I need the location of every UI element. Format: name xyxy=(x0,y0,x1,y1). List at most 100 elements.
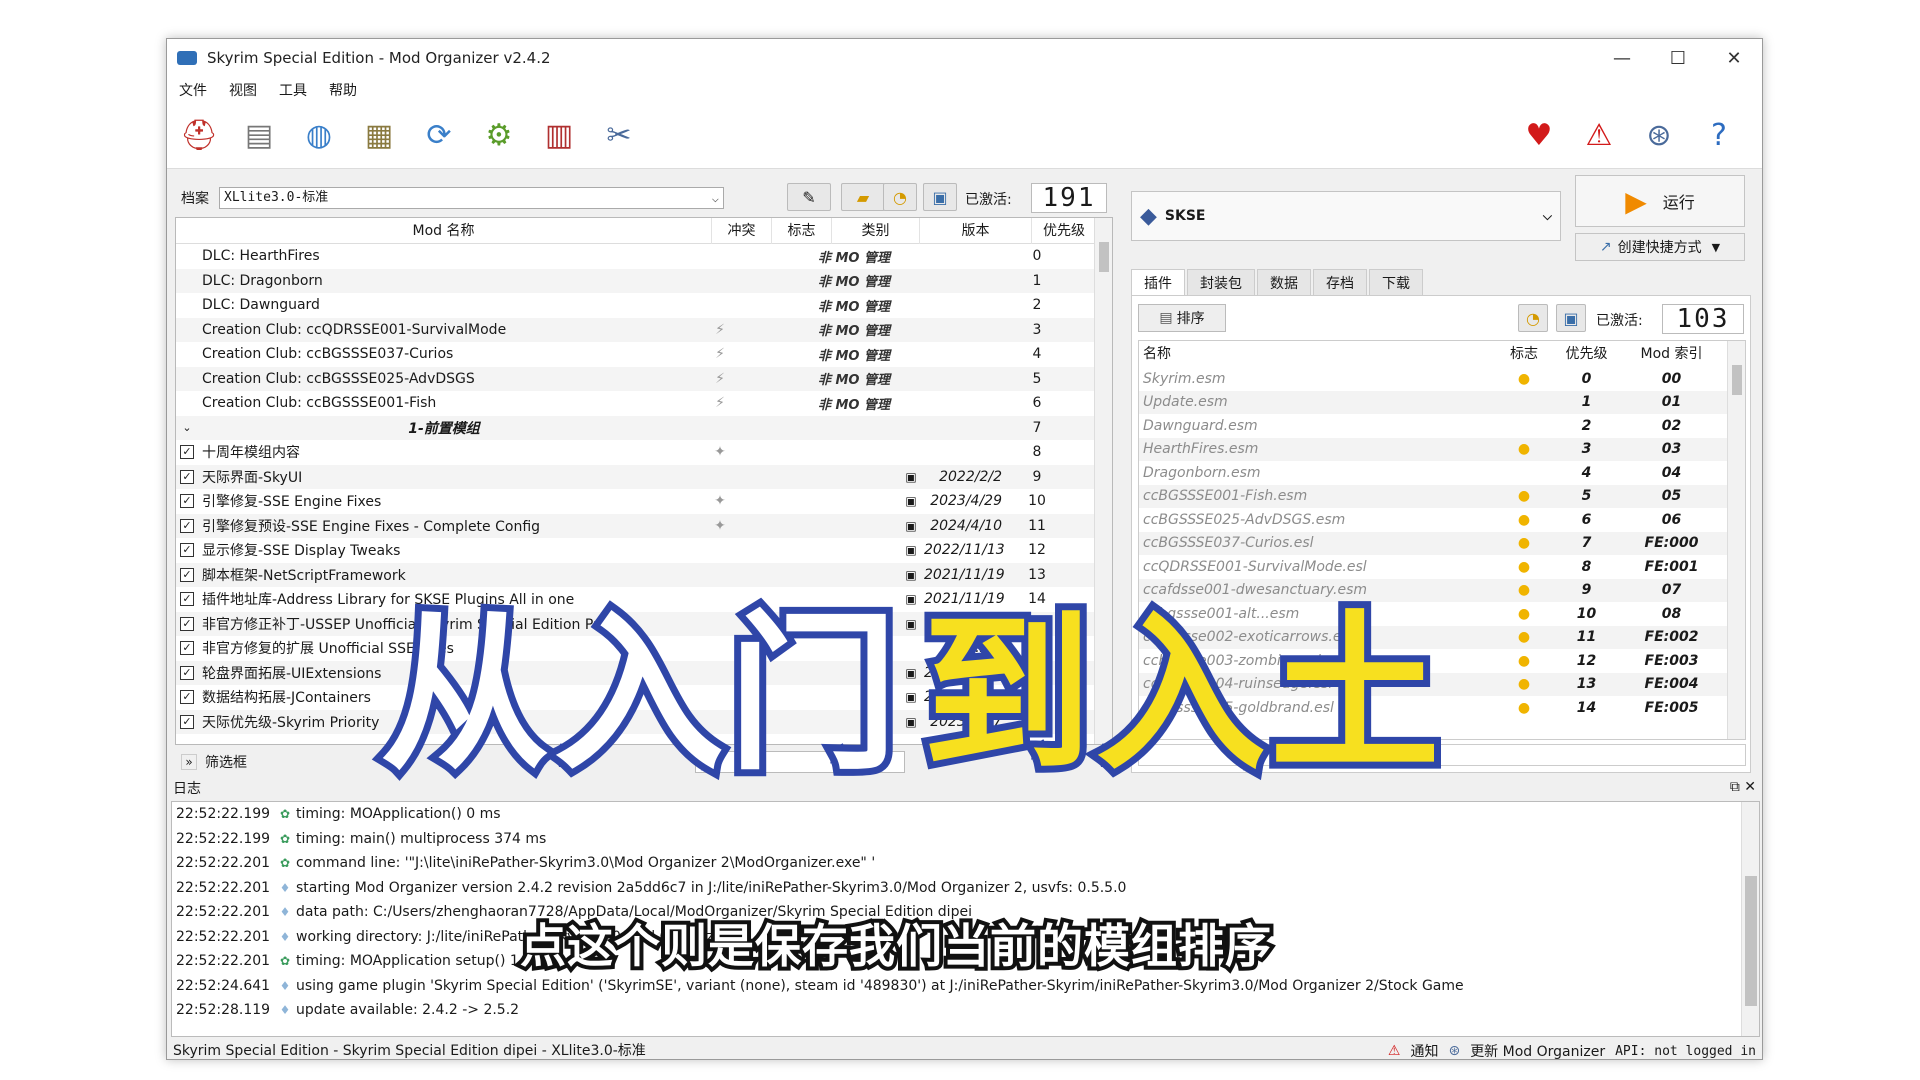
mod-row[interactable]: Creation Club: ccBGSSSE025-AdvDSGS ⚡ 非 MO … xyxy=(176,366,1096,391)
instance-icon[interactable]: ▤ xyxy=(237,113,281,157)
col-flags[interactable]: 标志 xyxy=(772,218,832,244)
run-button[interactable]: ▶ 运行 xyxy=(1575,175,1745,227)
create-shortcut-button[interactable]: ↗ 创建快捷方式 ▼ xyxy=(1575,233,1745,261)
mod-actions-icon[interactable]: ✎ xyxy=(787,183,831,211)
tab-archives[interactable]: 封装包 xyxy=(1187,269,1255,295)
mod-row[interactable]: ✓ 脚本框架-NetScriptFramework ▣ 2021/11/19 13 xyxy=(176,562,1096,587)
mod-enable-checkbox[interactable]: ✓ xyxy=(176,543,198,558)
executable-dropdown[interactable]: ◆ SKSE ⌵ xyxy=(1131,191,1561,241)
col-version[interactable]: 版本 xyxy=(920,218,1032,244)
mod-row[interactable]: ✓ 天际界面-SkyUI ▣ 2022/2/2 9 xyxy=(176,464,1096,489)
help-icon[interactable]: ? xyxy=(1697,113,1741,157)
notify-link[interactable]: 通知 xyxy=(1410,1041,1438,1059)
plugin-row[interactable]: Dragonborn.esm 4 04 xyxy=(1139,461,1729,485)
plugin-name: ccBGSSSE001-Fish.esm xyxy=(1143,488,1308,505)
mod-enable-checkbox[interactable]: ✓ xyxy=(176,616,198,631)
mod-enable-checkbox[interactable]: ✓ xyxy=(176,714,198,729)
plugin-row[interactable]: HearthFires.esm ● 3 03 xyxy=(1139,437,1729,461)
mod-enable-checkbox[interactable]: ✓ xyxy=(176,445,198,460)
nexus-globe-icon[interactable]: ◍ xyxy=(297,113,341,157)
endorse-heart-icon[interactable]: ♥ xyxy=(1517,113,1561,157)
ini-editor-icon[interactable]: ▦ xyxy=(357,113,401,157)
create-plugin-backup-icon[interactable]: ▣ xyxy=(1556,304,1586,332)
mod-priority: 10 xyxy=(1028,493,1046,510)
plugin-row[interactable]: Skyrim.esm ● 0 00 xyxy=(1139,367,1729,391)
collapse-icon[interactable]: ⌄ xyxy=(176,421,198,434)
tab-data[interactable]: 数据 xyxy=(1257,269,1311,295)
timing-icon: ✿ xyxy=(279,807,291,822)
col-plugin-priority[interactable]: 优先级 xyxy=(1549,341,1624,367)
log-dock-controls[interactable]: ⧉ ✕ xyxy=(1730,779,1756,795)
settings-gear-icon[interactable]: ⚙ xyxy=(477,113,521,157)
mod-enable-checkbox[interactable]: ✓ xyxy=(176,494,198,509)
update-globe-icon[interactable]: ⊛ xyxy=(1637,113,1681,157)
separator-row[interactable]: ⌄ 1-前置模组 7 xyxy=(176,415,1096,440)
sort-button[interactable]: ▤ 排序 xyxy=(1138,304,1226,332)
mod-priority: 3 xyxy=(1032,321,1042,338)
tab-plugins[interactable]: 插件 xyxy=(1131,269,1185,295)
mod-row[interactable]: ✓ 引擎修复预设-SSE Engine Fixes - Complete Conf… xyxy=(176,513,1096,538)
mod-row[interactable]: Creation Club: ccQDRSSE001-SurvivalMode ⚡… xyxy=(176,317,1096,342)
refresh-icon[interactable]: ⟳ xyxy=(417,113,461,157)
tab-saves[interactable]: 存档 xyxy=(1313,269,1367,295)
mod-enable-checkbox[interactable]: ✓ xyxy=(176,690,198,705)
scroll-thumb[interactable] xyxy=(1099,242,1109,272)
minimize-button[interactable]: — xyxy=(1594,39,1650,77)
plugin-row[interactable]: Dawnguard.esm 2 02 xyxy=(1139,414,1729,438)
mod-row[interactable]: DLC: HearthFires 非 MO 管理 0 xyxy=(176,244,1096,269)
col-conflict[interactable]: 冲突 xyxy=(712,218,772,244)
col-mod-index[interactable]: Mod 索引 xyxy=(1624,341,1719,367)
log-timestamp: 22:52:22.199 xyxy=(176,806,271,823)
restore-backup-icon[interactable]: ◔ xyxy=(883,183,917,211)
plugin-row[interactable]: ccQDRSSE001-SurvivalMode.esl ● 8 FE:001 xyxy=(1139,555,1729,579)
mod-row[interactable]: ✓ 显示修复-SSE Display Tweaks ▣ 2022/11/13 12 xyxy=(176,538,1096,563)
profile-dropdown[interactable]: XLlite3.0-标准 ⌵ xyxy=(219,187,724,209)
create-backup-icon[interactable]: ▣ xyxy=(923,183,957,211)
tab-downloads[interactable]: 下载 xyxy=(1369,269,1423,295)
chevron-down-icon: ⌵ xyxy=(711,191,719,205)
mod-enable-checkbox[interactable]: ✓ xyxy=(176,518,198,533)
mod-enable-checkbox[interactable]: ✓ xyxy=(176,567,198,582)
col-plugin-flags[interactable]: 标志 xyxy=(1499,341,1549,367)
mod-row[interactable]: DLC: Dawnguard 非 MO 管理 2 xyxy=(176,293,1096,318)
close-button[interactable]: ✕ xyxy=(1706,39,1762,77)
log-scrollbar[interactable] xyxy=(1741,802,1759,1036)
col-mod-name[interactable]: Mod 名称 xyxy=(176,218,712,244)
tools-icon[interactable]: ▥ xyxy=(537,113,581,157)
filter-expand-button[interactable]: » xyxy=(181,754,197,770)
menu-help[interactable]: 帮助 xyxy=(329,80,357,100)
plugin-list-scrollbar[interactable] xyxy=(1727,341,1745,739)
menu-tools[interactable]: 工具 xyxy=(279,80,307,100)
scroll-thumb[interactable] xyxy=(1745,876,1757,1006)
restore-plugin-backup-icon[interactable]: ◔ xyxy=(1518,304,1548,332)
mod-row[interactable]: DLC: Dragonborn 非 MO 管理 1 xyxy=(176,268,1096,293)
menu-file[interactable]: 文件 xyxy=(179,80,207,100)
api-status: API: not logged in xyxy=(1615,1043,1756,1059)
update-link[interactable]: 更新 Mod Organizer xyxy=(1470,1041,1605,1059)
plugin-row[interactable]: Update.esm 1 01 xyxy=(1139,390,1729,414)
problems-warning-icon[interactable]: ⚠ xyxy=(1577,113,1621,157)
mod-name: Creation Club: ccBGSSSE001-Fish xyxy=(202,395,437,412)
plugin-row[interactable]: ccBGSSSE025-AdvDSGS.esm ● 6 06 xyxy=(1139,508,1729,532)
mod-enable-checkbox[interactable]: ✓ xyxy=(176,641,198,656)
menu-view[interactable]: 视图 xyxy=(229,80,257,100)
col-priority[interactable]: 优先级 xyxy=(1032,218,1096,244)
mod-row[interactable]: Creation Club: ccBGSSSE001-Fish ⚡ 非 MO 管理 6 xyxy=(176,391,1096,416)
col-category[interactable]: 类别 xyxy=(832,218,920,244)
plugin-row[interactable]: ccBGSSSE037-Curios.esl ● 7 FE:000 xyxy=(1139,531,1729,555)
log-message: command line: '"J:\lite\iniRePather-Skyr… xyxy=(296,855,876,872)
col-plugin-name[interactable]: 名称 xyxy=(1139,341,1499,367)
scroll-thumb[interactable] xyxy=(1732,365,1742,395)
mod-enable-checkbox[interactable]: ✓ xyxy=(176,469,198,484)
plugin-row[interactable]: ccBGSSSE001-Fish.esm ● 5 05 xyxy=(1139,484,1729,508)
mod-enable-checkbox[interactable]: ✓ xyxy=(176,592,198,607)
profile-icon[interactable]: ⛑ xyxy=(177,113,221,157)
mod-row[interactable]: ✓ 引擎修复-SSE Engine Fixes ✦ ▣ 2023/4/29 10 xyxy=(176,489,1096,514)
mod-row[interactable]: ✓ 十周年模组内容 ✦ 8 xyxy=(176,440,1096,465)
open-folder-icon[interactable]: ▰ xyxy=(841,183,885,211)
wrench-icon[interactable]: ✂ xyxy=(597,113,641,157)
maximize-button[interactable]: ☐ xyxy=(1650,39,1706,77)
mod-enable-checkbox[interactable]: ✓ xyxy=(176,665,198,680)
mod-name: DLC: HearthFires xyxy=(202,248,320,265)
mod-row[interactable]: Creation Club: ccBGSSSE037-Curios ⚡ 非 MO 管… xyxy=(176,342,1096,367)
